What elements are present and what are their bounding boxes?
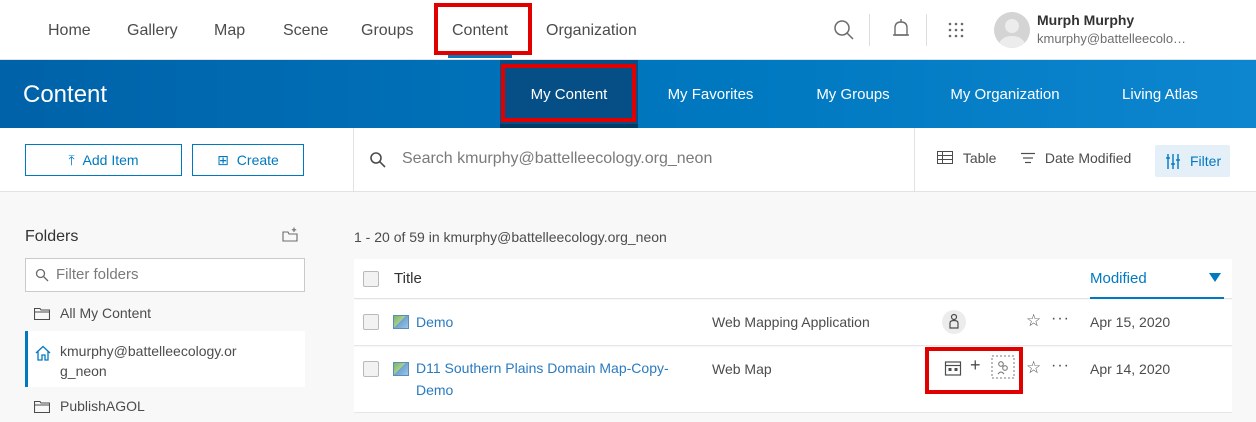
sort-icon bbox=[1021, 152, 1035, 164]
top-navigation: Home Gallery Map Scene Groups Content Or… bbox=[0, 0, 1256, 60]
user-name[interactable]: Murph Murphy bbox=[1037, 12, 1134, 28]
toolbar-separator bbox=[914, 128, 915, 192]
filter-label: Filter bbox=[1190, 153, 1222, 169]
column-title[interactable]: Title bbox=[394, 270, 422, 287]
folder-label: All My Content bbox=[60, 305, 152, 321]
content-toolbar: ⤒ Add Item ⊞ Create Search kmurphy@batte… bbox=[0, 128, 1256, 192]
web-app-thumbnail-icon bbox=[393, 315, 409, 329]
content-header: Content My Content My Favorites My Group… bbox=[0, 60, 1256, 128]
home-icon bbox=[35, 345, 51, 361]
filter-folders-placeholder: Filter folders bbox=[56, 266, 139, 283]
filter-button[interactable]: Filter bbox=[1155, 145, 1230, 177]
add-item-label: Add Item bbox=[82, 152, 139, 168]
row-checkbox[interactable] bbox=[363, 361, 379, 377]
nav-content[interactable]: Content bbox=[447, 0, 513, 60]
search-icon[interactable] bbox=[830, 16, 858, 44]
tab-my-content[interactable]: My Content bbox=[500, 60, 638, 128]
tab-my-groups[interactable]: My Groups bbox=[798, 60, 908, 128]
sort-descending-icon[interactable] bbox=[1209, 273, 1221, 282]
more-options-icon[interactable]: ··· bbox=[1051, 357, 1070, 375]
column-modified[interactable]: Modified bbox=[1090, 270, 1147, 287]
tab-living-atlas[interactable]: Living Atlas bbox=[1090, 60, 1230, 128]
item-title[interactable]: D11 Southern Plains Domain Map-Copy- Dem… bbox=[416, 357, 706, 401]
table-icon bbox=[937, 151, 953, 164]
item-date: Apr 14, 2020 bbox=[1090, 361, 1171, 377]
item-title-line2: Demo bbox=[416, 382, 454, 398]
avatar[interactable] bbox=[994, 12, 1030, 48]
user-icon bbox=[999, 19, 1025, 48]
organization-share-icon bbox=[944, 361, 962, 376]
search-icon bbox=[370, 152, 386, 168]
table-row[interactable]: D11 Southern Plains Domain Map-Copy- Dem… bbox=[354, 347, 1232, 413]
filter-sliders-icon bbox=[1166, 154, 1180, 169]
bell-icon[interactable] bbox=[887, 16, 915, 44]
nav-scene[interactable]: Scene bbox=[283, 0, 328, 60]
folder-icon bbox=[34, 400, 50, 413]
plus-square-icon: ⊞ bbox=[217, 152, 229, 168]
tab-my-organization[interactable]: My Organization bbox=[930, 60, 1080, 128]
folder-label: PublishAGOL bbox=[60, 398, 145, 414]
item-title-line1: D11 Southern Plains Domain Map-Copy- bbox=[416, 360, 669, 376]
folder-kmurphy-neon[interactable]: kmurphy@battelleecology.or g_neon bbox=[25, 331, 305, 387]
table-view-button[interactable]: Table bbox=[937, 150, 996, 166]
add-item-button[interactable]: ⤒ Add Item bbox=[25, 144, 182, 176]
item-title[interactable]: Demo bbox=[416, 311, 453, 333]
upload-icon: ⤒ bbox=[68, 152, 75, 168]
shared-owner-icon bbox=[942, 310, 966, 334]
item-type: Web Mapping Application bbox=[712, 314, 870, 330]
item-type: Web Map bbox=[712, 361, 772, 377]
sort-date-modified-button[interactable]: Date Modified bbox=[1021, 150, 1131, 166]
nav-organization[interactable]: Organization bbox=[546, 0, 637, 60]
nav-groups[interactable]: Groups bbox=[361, 0, 413, 60]
modified-underline bbox=[1090, 297, 1224, 299]
filter-folders-input[interactable]: Filter folders bbox=[25, 258, 305, 292]
select-all-checkbox[interactable] bbox=[363, 271, 379, 287]
web-map-thumbnail-icon bbox=[393, 362, 409, 376]
group-share-icon bbox=[991, 355, 1015, 379]
nav-map[interactable]: Map bbox=[214, 0, 245, 60]
nav-separator bbox=[926, 14, 927, 46]
page-title: Content bbox=[23, 81, 108, 108]
folder-publishagol[interactable]: PublishAGOL bbox=[25, 396, 305, 420]
plus-icon: + bbox=[970, 355, 981, 375]
nav-gallery[interactable]: Gallery bbox=[127, 0, 178, 60]
favorite-star-icon[interactable]: ☆ bbox=[1026, 311, 1041, 331]
nav-home[interactable]: Home bbox=[48, 0, 91, 60]
tab-my-favorites[interactable]: My Favorites bbox=[653, 60, 768, 128]
item-date: Apr 15, 2020 bbox=[1090, 314, 1171, 330]
folders-title: Folders bbox=[25, 228, 79, 245]
user-email: kmurphy@battelleecolo… bbox=[1037, 31, 1187, 46]
table-row[interactable]: Demo Web Mapping Application ☆ ··· Apr 1… bbox=[354, 300, 1232, 346]
search-input[interactable]: Search kmurphy@battelleecology.org_neon bbox=[402, 150, 712, 168]
row-checkbox[interactable] bbox=[363, 314, 379, 330]
folder-label-cont: g_neon bbox=[60, 363, 107, 379]
nav-separator bbox=[869, 14, 870, 46]
folder-label: kmurphy@battelleecology.or bbox=[60, 343, 237, 359]
create-label: Create bbox=[236, 152, 279, 168]
toolbar-separator bbox=[353, 128, 354, 192]
folder-icon bbox=[34, 307, 50, 320]
results-count: 1 - 20 of 59 in kmurphy@battelleecology.… bbox=[354, 229, 667, 245]
list-header: Title Modified bbox=[354, 259, 1232, 299]
folder-all-my-content[interactable]: All My Content bbox=[25, 303, 305, 327]
table-label: Table bbox=[962, 150, 997, 166]
app-launcher-icon[interactable] bbox=[942, 16, 970, 44]
date-modified-label: Date Modified bbox=[1044, 150, 1132, 166]
new-folder-icon[interactable] bbox=[282, 227, 298, 243]
search-icon bbox=[35, 268, 49, 282]
favorite-star-icon[interactable]: ☆ bbox=[1026, 358, 1041, 378]
create-button[interactable]: ⊞ Create bbox=[192, 144, 304, 176]
more-options-icon[interactable]: ··· bbox=[1051, 310, 1070, 328]
